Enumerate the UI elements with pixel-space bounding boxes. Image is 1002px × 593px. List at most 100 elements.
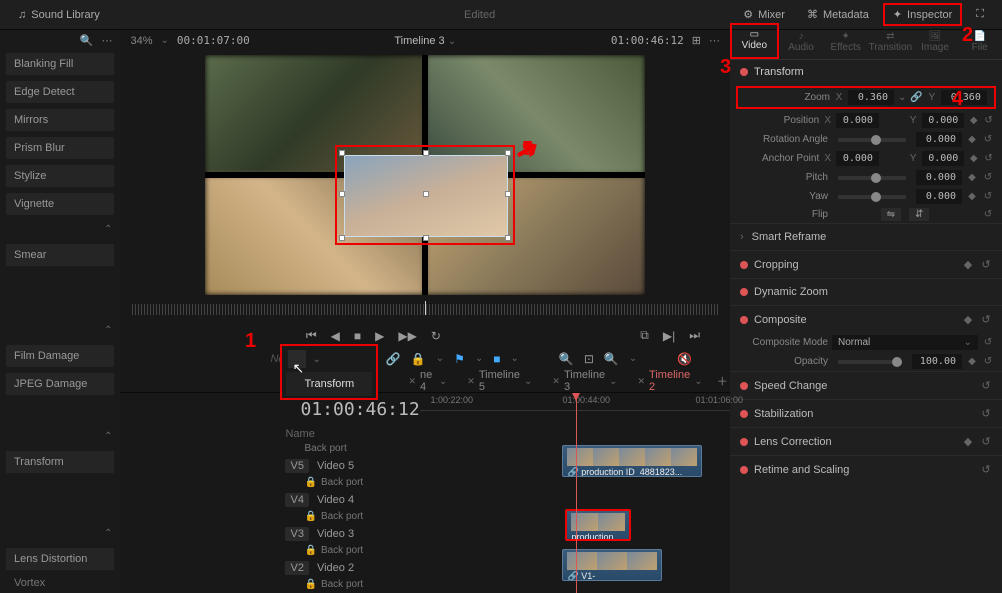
- fullscreen-button[interactable]: ⛶: [968, 4, 992, 25]
- reset-icon[interactable]: ↺: [982, 172, 994, 183]
- inspector-tab-image[interactable]: 🖼Image: [913, 27, 958, 59]
- flag-icon[interactable]: ⚑: [454, 352, 465, 366]
- position-x-field[interactable]: 0.000: [836, 113, 879, 128]
- metadata-button[interactable]: ⌘Metadata: [799, 4, 877, 25]
- zoom-custom-icon[interactable]: 🔍: [604, 352, 619, 366]
- reset-icon[interactable]: ↺: [982, 191, 994, 202]
- loop-button[interactable]: ↻: [431, 329, 441, 343]
- mixer-button[interactable]: ⚙Mixer: [735, 4, 793, 25]
- dynamic-zoom-section[interactable]: Dynamic Zoom: [730, 278, 1002, 305]
- chevron-up-icon[interactable]: ⌃: [104, 431, 112, 442]
- track-v3-header[interactable]: V3Video 3: [120, 525, 420, 544]
- next-frame-button[interactable]: ▶▶: [398, 329, 416, 343]
- lock-icon[interactable]: 🔒: [304, 511, 316, 522]
- stabilization-section[interactable]: Stabilization↺: [730, 399, 1002, 427]
- cropping-section[interactable]: Cropping◆↺: [730, 250, 1002, 278]
- link-icon[interactable]: 🔗: [910, 92, 922, 103]
- lock-icon[interactable]: 🔒: [411, 352, 426, 366]
- fx-blanking-fill[interactable]: Blanking Fill: [6, 53, 114, 75]
- zoom-fit-icon[interactable]: ⊡: [584, 352, 594, 366]
- lens-correction-section[interactable]: Lens Correction◆↺: [730, 427, 1002, 455]
- chevron-down-icon[interactable]: ⌄: [312, 354, 320, 365]
- timeline-tracks-area[interactable]: 1:00:22:00 01:00:44:00 01:01:06:00 🔗 pro…: [420, 393, 730, 593]
- keyframe-icon[interactable]: ◆: [966, 172, 978, 183]
- fx-prism-blur[interactable]: Prism Blur: [6, 137, 114, 159]
- fx-vignette[interactable]: Vignette: [6, 193, 114, 215]
- marker-icon[interactable]: ■: [493, 352, 500, 366]
- fx-mirrors[interactable]: Mirrors: [6, 109, 114, 131]
- transform-enable-toggle[interactable]: [740, 68, 748, 76]
- inspector-tab-effects[interactable]: ✦Effects: [823, 27, 868, 59]
- tab-timeline-2[interactable]: ✕Timeline 2⌄: [630, 366, 711, 396]
- first-frame-button[interactable]: ⏮: [306, 328, 317, 343]
- inspector-tab-video[interactable]: ▭ Video: [730, 23, 779, 59]
- rotation-field[interactable]: 0.000: [916, 132, 962, 147]
- reset-icon[interactable]: ↺: [983, 115, 994, 126]
- anchor-x-field[interactable]: 0.000: [836, 151, 879, 166]
- reset-icon[interactable]: ↺: [982, 337, 994, 348]
- chevron-down-icon[interactable]: ⌄: [161, 35, 169, 46]
- chevron-up-icon[interactable]: ⌃: [104, 325, 112, 336]
- flip-h-button[interactable]: ⇋: [881, 208, 901, 221]
- track-v2-header[interactable]: V2Video 2: [120, 559, 420, 578]
- stop-button[interactable]: ■: [354, 329, 361, 343]
- chevron-up-icon[interactable]: ⌃: [104, 528, 112, 539]
- viewer-scrubber[interactable]: [132, 304, 718, 315]
- track-v4-header[interactable]: V4Video 4: [120, 491, 420, 510]
- fx-stylize[interactable]: Stylize: [6, 165, 114, 187]
- tab-timeline-4[interactable]: ✕ne 4⌄: [400, 366, 455, 396]
- tab-timeline-3[interactable]: ✕Timeline 3⌄: [544, 366, 625, 396]
- reset-icon[interactable]: ↺: [982, 209, 994, 220]
- inspector-tab-transition[interactable]: ⇄Transition: [868, 27, 913, 59]
- anchor-y-field[interactable]: 0.000: [922, 151, 965, 166]
- lock-icon[interactable]: 🔒: [304, 477, 316, 488]
- fx-vortex[interactable]: Vortex: [0, 573, 120, 593]
- mute-icon[interactable]: 🔇: [677, 352, 692, 366]
- yaw-slider[interactable]: [838, 195, 906, 199]
- track-v5-header[interactable]: V5Video 5: [120, 457, 420, 476]
- clip-v2[interactable]: 🔗 V1-0016_A001_07181...: [562, 549, 662, 581]
- reset-icon[interactable]: ↺: [982, 356, 994, 367]
- viewer-zoom-pct[interactable]: 34%: [130, 35, 152, 47]
- keyframe-icon[interactable]: ◆: [968, 115, 979, 126]
- keyframe-icon[interactable]: ◆: [966, 134, 978, 145]
- zoom-x-field[interactable]: 0.360: [848, 90, 894, 105]
- play-button[interactable]: ▶: [375, 329, 384, 343]
- pitch-slider[interactable]: [838, 176, 906, 180]
- search-icon[interactable]: 🔍: [80, 34, 94, 47]
- go-end-button[interactable]: ▶|: [663, 329, 675, 343]
- lock-icon[interactable]: 🔒: [304, 579, 316, 590]
- options-icon[interactable]: ⋯: [101, 34, 112, 47]
- chevron-up-icon[interactable]: ⌃: [104, 224, 112, 235]
- prev-frame-button[interactable]: ◀: [331, 329, 340, 343]
- composite-mode-select[interactable]: Normal⌄: [832, 335, 978, 350]
- smart-reframe-section[interactable]: ›Smart Reframe: [730, 223, 1002, 250]
- pitch-field[interactable]: 0.000: [916, 170, 962, 185]
- composite-section[interactable]: Composite◆↺: [730, 305, 1002, 333]
- last-frame-button[interactable]: ⏭: [689, 328, 700, 343]
- chevron-down-icon[interactable]: ⌄: [448, 36, 456, 47]
- fx-smear[interactable]: Smear: [6, 244, 114, 266]
- tab-add-button[interactable]: ＋: [715, 373, 730, 389]
- zoom-y-field[interactable]: 0.360: [941, 90, 987, 105]
- opacity-field[interactable]: 100.00: [912, 354, 962, 369]
- link-icon[interactable]: 🔗: [386, 352, 401, 366]
- fx-lens-distortion[interactable]: Lens Distortion: [6, 548, 114, 570]
- keyframe-icon[interactable]: ◆: [966, 356, 978, 367]
- fx-jpeg-damage[interactable]: JPEG Damage: [6, 373, 114, 395]
- yaw-field[interactable]: 0.000: [916, 189, 962, 204]
- rotation-slider[interactable]: [838, 138, 906, 142]
- fx-edge-detect[interactable]: Edge Detect: [6, 81, 114, 103]
- clip-v5[interactable]: 🔗 production ID_4881823...: [562, 445, 702, 477]
- inspector-tab-audio[interactable]: ♪Audio: [779, 27, 824, 59]
- lock-icon[interactable]: 🔒: [304, 545, 316, 556]
- viewer-canvas[interactable]: ➔: [205, 55, 645, 295]
- retime-scaling-section[interactable]: Retime and Scaling↺: [730, 455, 1002, 483]
- match-frame-button[interactable]: ⧉: [640, 328, 649, 343]
- sound-library-button[interactable]: ♫ Sound Library: [10, 5, 108, 25]
- flip-v-button[interactable]: ⇵: [909, 208, 929, 221]
- position-y-field[interactable]: 0.000: [922, 113, 965, 128]
- viewer-title[interactable]: Timeline 3: [394, 35, 444, 47]
- chevron-down-icon[interactable]: ⌄: [898, 92, 906, 103]
- keyframe-icon[interactable]: ◆: [966, 191, 978, 202]
